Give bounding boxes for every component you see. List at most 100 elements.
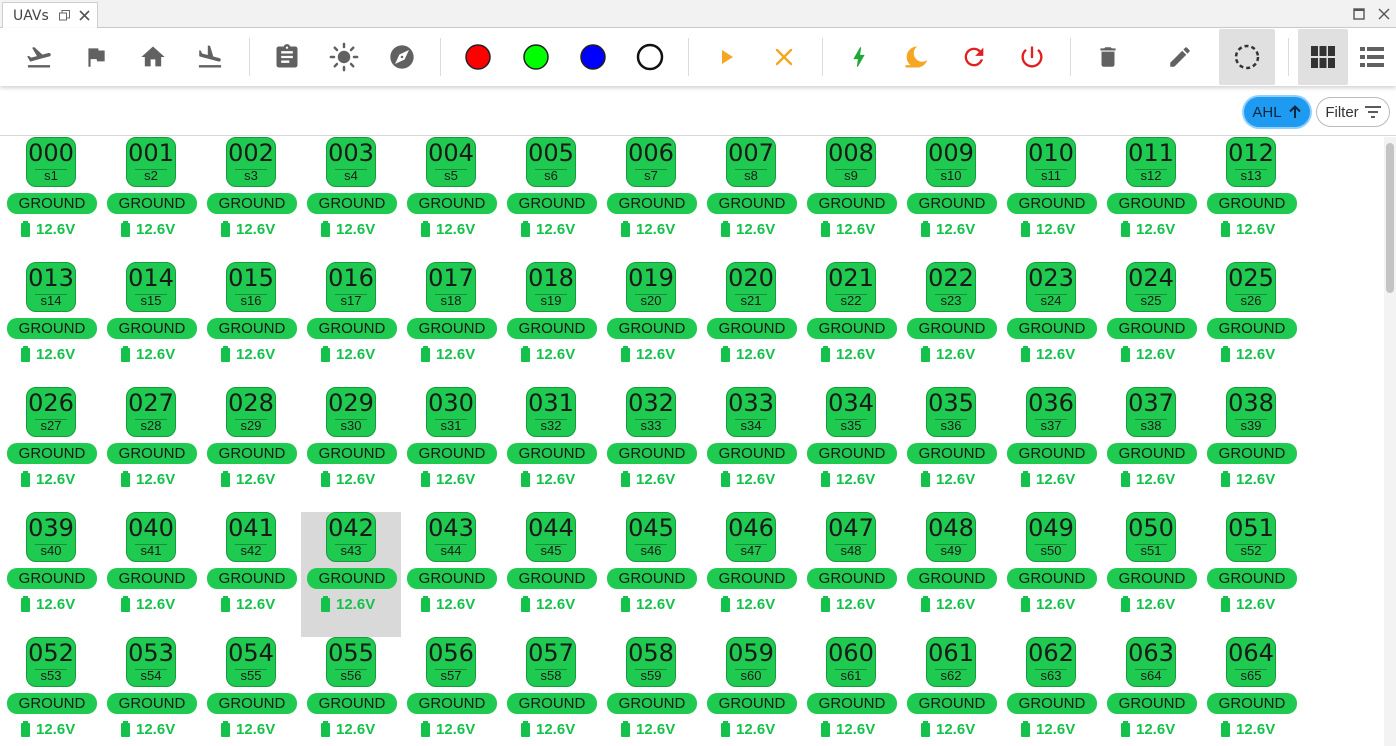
uav-tile[interactable]: 010 s11 GROUND 12.6V bbox=[1001, 137, 1101, 262]
power-on-button[interactable] bbox=[831, 29, 887, 85]
tab-uavs[interactable]: UAVs bbox=[2, 2, 98, 28]
uav-tile[interactable]: 044 s45 GROUND 12.6V bbox=[501, 512, 601, 637]
color-green-button[interactable] bbox=[508, 29, 564, 85]
return-home-button[interactable] bbox=[125, 29, 181, 85]
uav-tile[interactable]: 056 s57 GROUND 12.6V bbox=[401, 637, 501, 746]
uav-tile[interactable]: 013 s14 GROUND 12.6V bbox=[1, 262, 101, 387]
reboot-button[interactable] bbox=[946, 29, 1002, 85]
delete-button[interactable] bbox=[1080, 29, 1136, 85]
uav-tile[interactable]: 043 s44 GROUND 12.6V bbox=[401, 512, 501, 637]
uav-tile[interactable]: 055 s56 GROUND 12.6V bbox=[301, 637, 401, 746]
compass-button[interactable] bbox=[374, 29, 430, 85]
uav-tile[interactable]: 027 s28 GROUND 12.6V bbox=[101, 387, 201, 512]
uav-tile[interactable]: 032 s33 GROUND 12.6V bbox=[601, 387, 701, 512]
uav-tile[interactable]: 045 s46 GROUND 12.6V bbox=[601, 512, 701, 637]
uav-tile[interactable]: 041 s42 GROUND 12.6V bbox=[201, 512, 301, 637]
uav-tile[interactable]: 046 s47 GROUND 12.6V bbox=[701, 512, 801, 637]
uav-tile[interactable]: 057 s58 GROUND 12.6V bbox=[501, 637, 601, 746]
uav-tile[interactable]: 025 s26 GROUND 12.6V bbox=[1201, 262, 1301, 387]
uav-tile[interactable]: 050 s51 GROUND 12.6V bbox=[1101, 512, 1201, 637]
uav-tile[interactable]: 038 s39 GROUND 12.6V bbox=[1201, 387, 1301, 512]
color-blue-button[interactable] bbox=[565, 29, 621, 85]
uav-tile[interactable]: 058 s59 GROUND 12.6V bbox=[601, 637, 701, 746]
shutdown-button[interactable] bbox=[1004, 29, 1060, 85]
vertical-scrollbar[interactable] bbox=[1384, 137, 1396, 746]
uav-tile[interactable]: 053 s54 GROUND 12.6V bbox=[101, 637, 201, 746]
maximize-icon[interactable] bbox=[1350, 5, 1368, 23]
close-tab-icon[interactable] bbox=[77, 9, 91, 23]
color-off-button[interactable] bbox=[622, 29, 678, 85]
color-red-button[interactable] bbox=[450, 29, 506, 85]
uav-tile[interactable]: 064 s65 GROUND 12.6V bbox=[1201, 637, 1301, 746]
uav-tile[interactable]: 020 s21 GROUND 12.6V bbox=[701, 262, 801, 387]
uav-tile[interactable]: 035 s36 GROUND 12.6V bbox=[901, 387, 1001, 512]
uav-tile[interactable]: 003 s4 GROUND 12.6V bbox=[301, 137, 401, 262]
uav-tile[interactable]: 031 s32 GROUND 12.6V bbox=[501, 387, 601, 512]
uav-tile[interactable]: 029 s30 GROUND 12.6V bbox=[301, 387, 401, 512]
uav-tile[interactable]: 033 s34 GROUND 12.6V bbox=[701, 387, 801, 512]
lights-button[interactable] bbox=[316, 29, 372, 85]
uav-tile[interactable]: 051 s52 GROUND 12.6V bbox=[1201, 512, 1301, 637]
uav-tile[interactable]: 048 s49 GROUND 12.6V bbox=[901, 512, 1001, 637]
uav-tile[interactable]: 006 s7 GROUND 12.6V bbox=[601, 137, 701, 262]
start-button[interactable] bbox=[699, 29, 755, 85]
uav-tile[interactable]: 000 s1 GROUND 12.6V bbox=[1, 137, 101, 262]
uav-tile[interactable]: 039 s40 GROUND 12.6V bbox=[1, 512, 101, 637]
uav-tile[interactable]: 018 s19 GROUND 12.6V bbox=[501, 262, 601, 387]
uav-tile[interactable]: 063 s64 GROUND 12.6V bbox=[1101, 637, 1201, 746]
uav-tile[interactable]: 001 s2 GROUND 12.6V bbox=[101, 137, 201, 262]
takeoff-button[interactable] bbox=[11, 29, 67, 85]
list-view-button[interactable] bbox=[1348, 29, 1396, 85]
uav-tile[interactable]: 030 s31 GROUND 12.6V bbox=[401, 387, 501, 512]
uav-tile[interactable]: 042 s43 GROUND 12.6V bbox=[301, 512, 401, 637]
uav-tile[interactable]: 036 s37 GROUND 12.6V bbox=[1001, 387, 1101, 512]
uav-tile[interactable]: 019 s20 GROUND 12.6V bbox=[601, 262, 701, 387]
uav-tile[interactable]: 059 s60 GROUND 12.6V bbox=[701, 637, 801, 746]
uav-tile[interactable]: 040 s41 GROUND 12.6V bbox=[101, 512, 201, 637]
uav-tile[interactable]: 011 s12 GROUND 12.6V bbox=[1101, 137, 1201, 262]
grid-view-button[interactable] bbox=[1298, 29, 1348, 85]
uav-tile[interactable]: 026 s27 GROUND 12.6V bbox=[1, 387, 101, 512]
uav-tile[interactable]: 007 s8 GROUND 12.6V bbox=[701, 137, 801, 262]
uav-tile[interactable]: 004 s5 GROUND 12.6V bbox=[401, 137, 501, 262]
uav-tile[interactable]: 047 s48 GROUND 12.6V bbox=[801, 512, 901, 637]
uav-tile[interactable]: 009 s10 GROUND 12.6V bbox=[901, 137, 1001, 262]
uav-tile[interactable]: 062 s63 GROUND 12.6V bbox=[1001, 637, 1101, 746]
uav-tile[interactable]: 017 s18 GROUND 12.6V bbox=[401, 262, 501, 387]
uav-tile[interactable]: 021 s22 GROUND 12.6V bbox=[801, 262, 901, 387]
uav-tile[interactable]: 034 s35 GROUND 12.6V bbox=[801, 387, 901, 512]
stop-button[interactable] bbox=[756, 29, 812, 85]
uav-tile[interactable]: 037 s38 GROUND 12.6V bbox=[1101, 387, 1201, 512]
uav-tile[interactable]: 014 s15 GROUND 12.6V bbox=[101, 262, 201, 387]
uav-tile[interactable]: 028 s29 GROUND 12.6V bbox=[201, 387, 301, 512]
uav-tile[interactable]: 023 s24 GROUND 12.6V bbox=[1001, 262, 1101, 387]
uav-tile[interactable]: 060 s61 GROUND 12.6V bbox=[801, 637, 901, 746]
uav-tile[interactable]: 016 s17 GROUND 12.6V bbox=[301, 262, 401, 387]
uav-tile[interactable]: 052 s53 GROUND 12.6V bbox=[1, 637, 101, 746]
close-window-icon[interactable] bbox=[1375, 5, 1393, 23]
uav-tile[interactable]: 015 s16 GROUND 12.6V bbox=[201, 262, 301, 387]
edit-button[interactable] bbox=[1152, 29, 1208, 85]
undock-icon[interactable] bbox=[57, 9, 71, 23]
uav-tile[interactable]: 002 s3 GROUND 12.6V bbox=[201, 137, 301, 262]
select-all-button[interactable] bbox=[1219, 29, 1275, 85]
uav-tile[interactable]: 049 s50 GROUND 12.6V bbox=[1001, 512, 1101, 637]
filter-chip[interactable]: Filter bbox=[1316, 97, 1390, 127]
uav-tile[interactable]: 012 s13 GROUND 12.6V bbox=[1201, 137, 1301, 262]
battery-icon bbox=[121, 346, 130, 362]
uav-tile[interactable]: 008 s9 GROUND 12.6V bbox=[801, 137, 901, 262]
sort-chip[interactable]: AHL bbox=[1244, 97, 1310, 127]
uav-battery: 12.6V bbox=[21, 594, 101, 614]
land-button[interactable] bbox=[182, 29, 238, 85]
uav-tile[interactable]: 061 s62 GROUND 12.6V bbox=[901, 637, 1001, 746]
battery-icon bbox=[1221, 721, 1230, 737]
uav-tile[interactable]: 054 s55 GROUND 12.6V bbox=[201, 637, 301, 746]
uav-tile[interactable]: 005 s6 GROUND 12.6V bbox=[501, 137, 601, 262]
sleep-button[interactable] bbox=[888, 29, 944, 85]
scrollbar-thumb[interactable] bbox=[1386, 143, 1394, 293]
home-icon bbox=[141, 46, 165, 67]
uav-tile[interactable]: 022 s23 GROUND 12.6V bbox=[901, 262, 1001, 387]
uav-tile[interactable]: 024 s25 GROUND 12.6V bbox=[1101, 262, 1201, 387]
waypoint-button[interactable] bbox=[68, 29, 124, 85]
show-details-button[interactable] bbox=[259, 29, 315, 85]
